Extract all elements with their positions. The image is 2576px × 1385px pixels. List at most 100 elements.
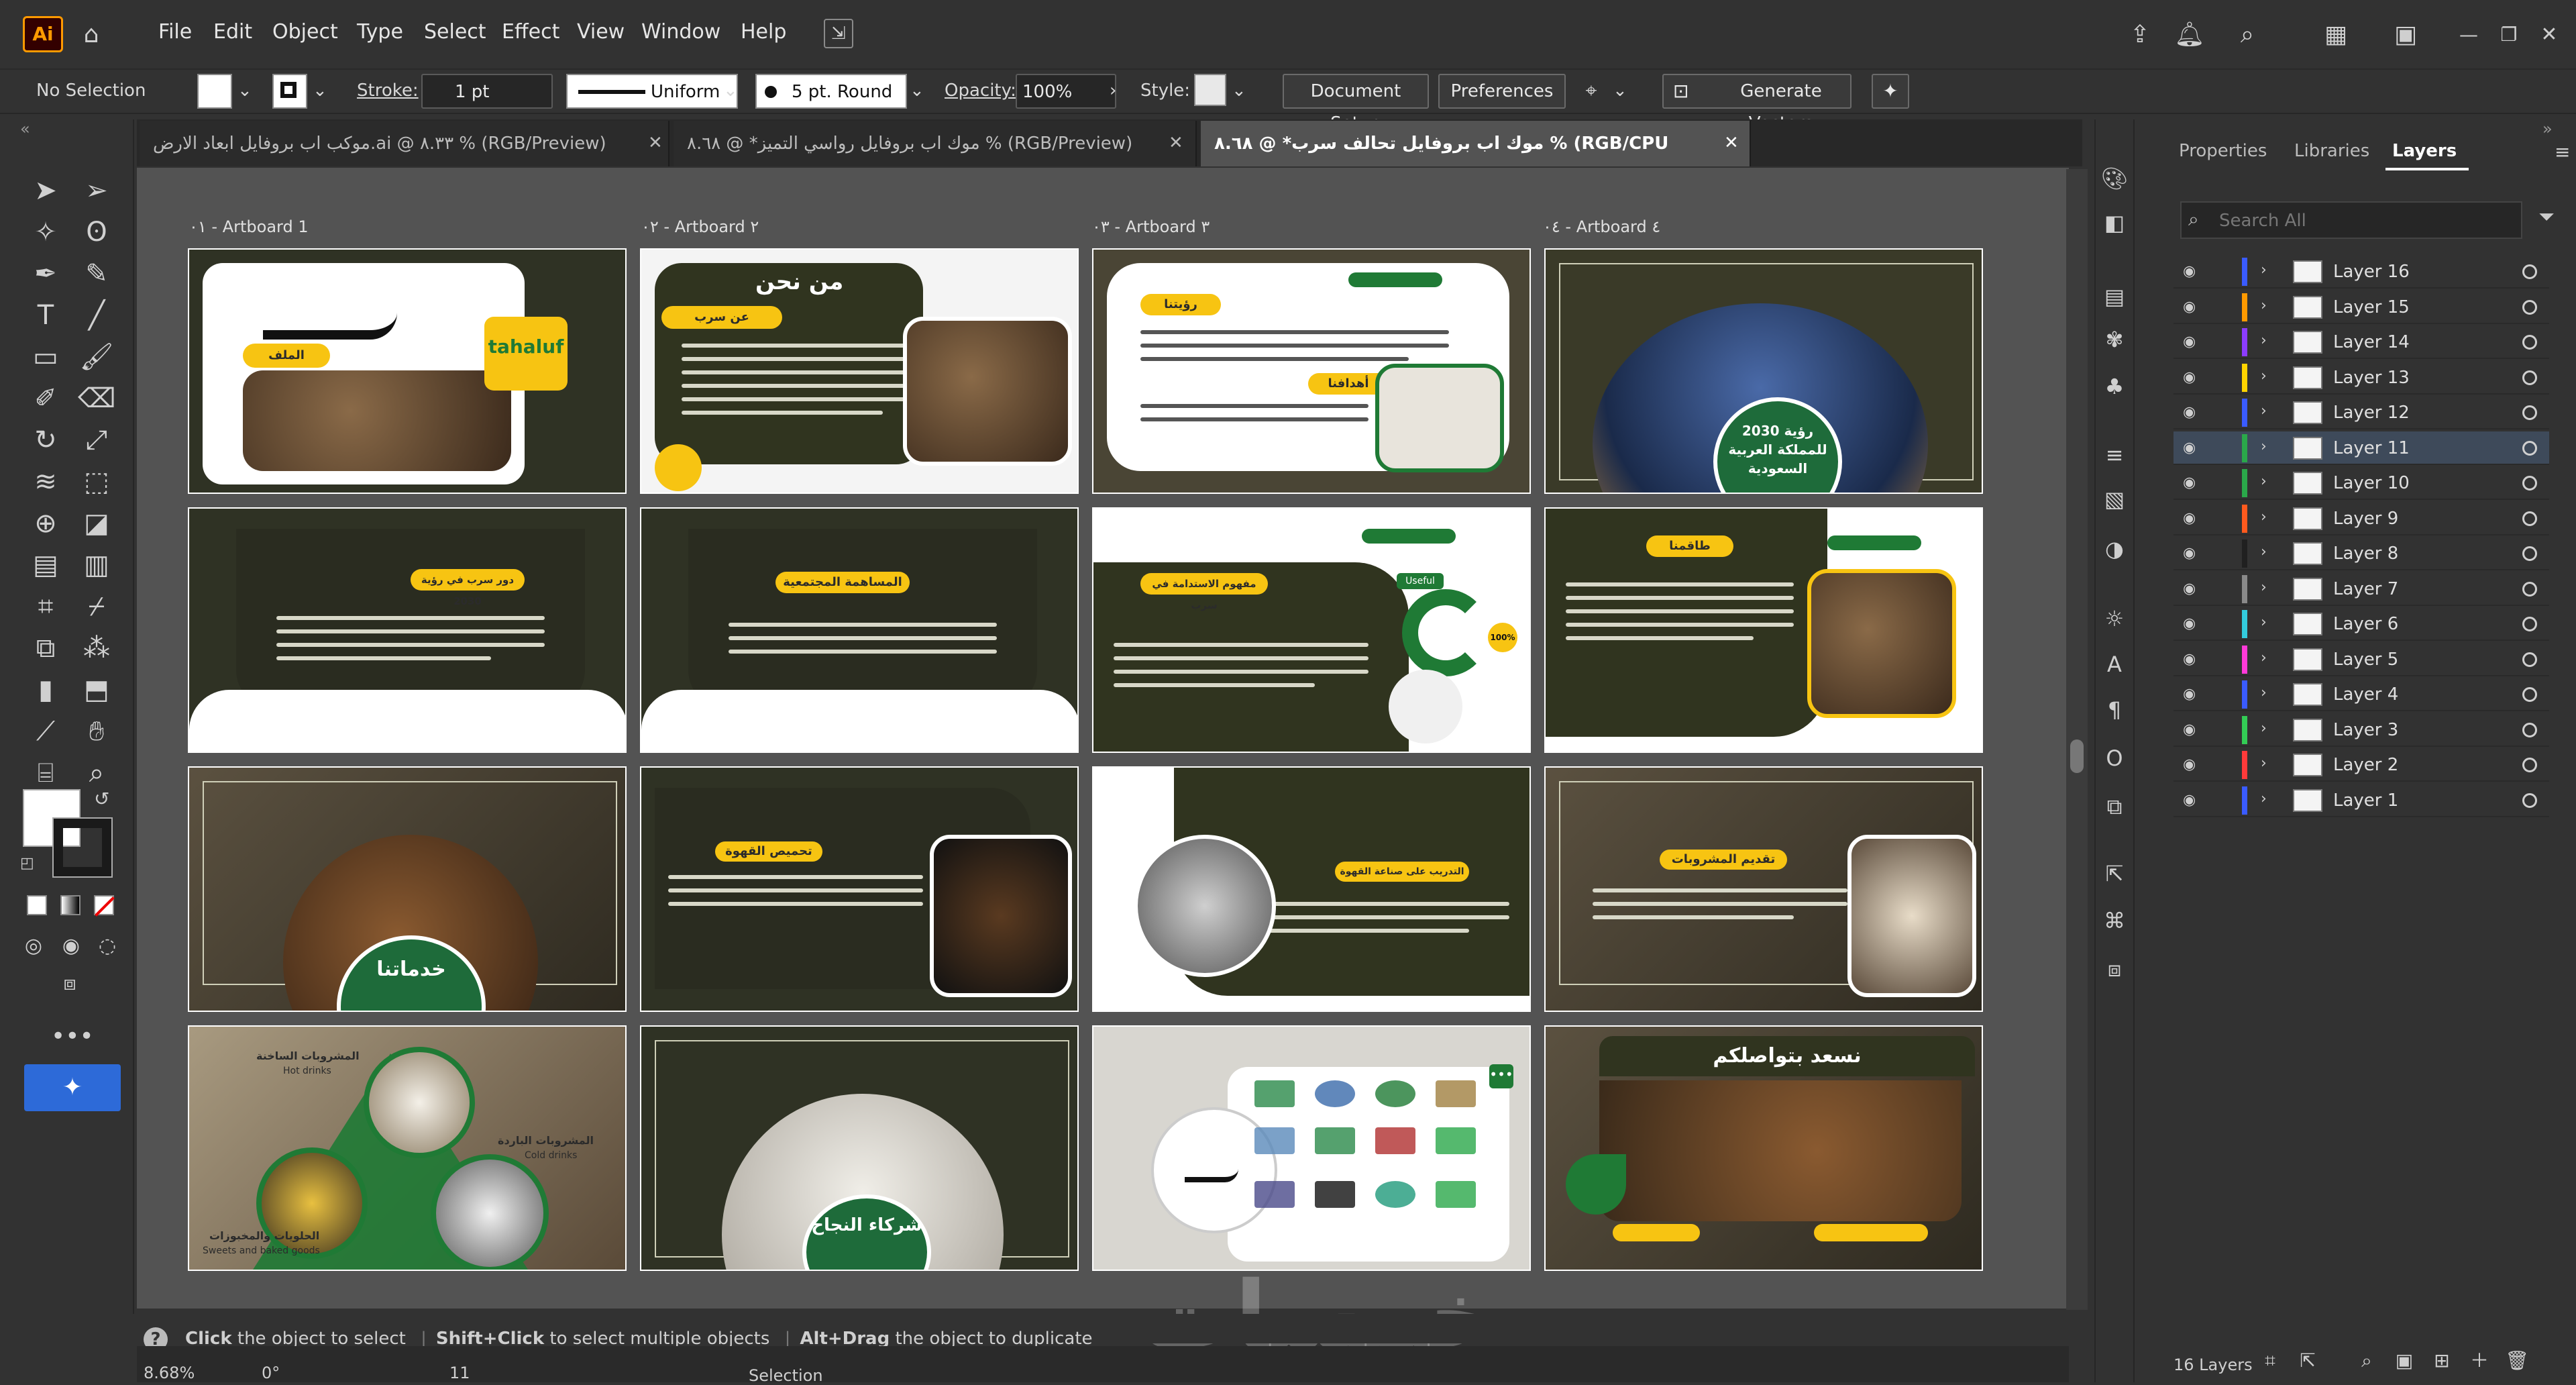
tab-close-icon[interactable]: ✕: [1724, 133, 1739, 153]
expand-chevron-icon[interactable]: ›: [2261, 473, 2267, 490]
symbol-sprayer-tool-icon[interactable]: ⁂: [78, 629, 115, 667]
menu-file[interactable]: File: [158, 20, 192, 44]
draw-inside-icon[interactable]: ◌: [94, 933, 121, 960]
close-icon[interactable]: ✕: [2533, 19, 2565, 51]
live-paint-tool-icon[interactable]: ◪: [78, 505, 115, 542]
line-tool-icon[interactable]: ╱: [78, 297, 115, 334]
artboard-7[interactable]: مفهوم الاستدامة في سرب Useful 100%: [1092, 507, 1531, 753]
draw-normal-icon[interactable]: ◎: [20, 933, 47, 960]
artboard-12[interactable]: تقديم المشروبات: [1544, 766, 1983, 1012]
artboard-3[interactable]: رؤيتنا أهدافنا: [1092, 248, 1531, 494]
visibility-eye-icon[interactable]: ◉: [2183, 403, 2203, 423]
artboard-8[interactable]: طاقمنا: [1544, 507, 1983, 753]
artboard-10[interactable]: تحميص القهوة: [640, 766, 1079, 1012]
expand-chevron-icon[interactable]: ›: [2261, 368, 2267, 384]
warp-tool-icon[interactable]: ≋: [27, 463, 64, 501]
opentype-panel-icon[interactable]: O: [2100, 743, 2129, 773]
layer-target-circle-icon[interactable]: [2522, 405, 2537, 420]
layer-target-circle-icon[interactable]: [2522, 617, 2537, 631]
expand-chevron-icon[interactable]: ›: [2261, 790, 2267, 807]
shape-builder-tool-icon[interactable]: ⊕: [27, 505, 64, 542]
blend-tool-icon[interactable]: ⧉: [27, 629, 64, 667]
menu-select[interactable]: Select: [424, 20, 486, 44]
artboard-16[interactable]: نسعد بتواصلكم: [1544, 1025, 1983, 1271]
stroke-panel-icon[interactable]: ≡: [2100, 440, 2129, 470]
direct-selection-tool-icon[interactable]: ➢: [78, 172, 115, 209]
artboard-4[interactable]: رؤية 2030 للمملكة العربية السعودية: [1544, 248, 1983, 494]
artboard-5[interactable]: دور سرب في رؤية 2030: [188, 507, 627, 753]
vertical-scrollbar[interactable]: [2066, 169, 2088, 1310]
layer-target-circle-icon[interactable]: [2522, 793, 2537, 808]
tab-properties[interactable]: Properties: [2179, 141, 2267, 161]
expand-chevron-icon[interactable]: ›: [2261, 650, 2267, 666]
layer-target-circle-icon[interactable]: [2522, 652, 2537, 667]
paintbrush-tool-icon[interactable]: 🖌︎: [78, 338, 115, 376]
appearance-panel-icon[interactable]: ☼: [2100, 604, 2129, 633]
menu-effect[interactable]: Effect: [502, 20, 559, 44]
layer-name[interactable]: Layer 16: [2333, 262, 2410, 282]
bell-icon[interactable]: 🔔︎: [2174, 19, 2206, 51]
stroke-swatch[interactable]: [272, 74, 307, 109]
visibility-eye-icon[interactable]: ◉: [2183, 297, 2203, 317]
style-swatch[interactable]: [1194, 74, 1226, 106]
collapse-panels-icon[interactable]: »: [2542, 119, 2553, 138]
artboard-number[interactable]: 11: [449, 1364, 470, 1382]
expand-chevron-icon[interactable]: ›: [2261, 297, 2267, 314]
minimize-icon[interactable]: —: [2453, 19, 2485, 51]
edit-toolbar-icon[interactable]: •••: [51, 1025, 94, 1054]
expand-chevron-icon[interactable]: ›: [2261, 755, 2267, 772]
layer-name[interactable]: Layer 6: [2333, 614, 2398, 634]
visibility-eye-icon[interactable]: ◉: [2183, 509, 2203, 529]
brushes-panel-icon[interactable]: ▤: [2100, 282, 2129, 311]
artboard-6[interactable]: المساهمة المجتمعية: [640, 507, 1079, 753]
menu-window[interactable]: Window: [641, 20, 720, 44]
links-panel-icon[interactable]: ⌘: [2100, 906, 2129, 935]
brush-definition[interactable]: 5 pt. Round: [755, 74, 907, 109]
lasso-tool-icon[interactable]: ʘ: [78, 213, 115, 251]
character-panel-icon[interactable]: A: [2100, 650, 2129, 679]
menu-edit[interactable]: Edit: [213, 20, 252, 44]
opacity-arrow-icon[interactable]: ›: [1110, 81, 1116, 101]
expand-chevron-icon[interactable]: ›: [2261, 262, 2267, 278]
expand-chevron-icon[interactable]: ›: [2261, 614, 2267, 631]
visibility-eye-icon[interactable]: ◉: [2183, 544, 2203, 564]
slice-tool-icon[interactable]: ⟋: [27, 713, 64, 750]
layer-target-circle-icon[interactable]: [2522, 370, 2537, 385]
collect-export-icon[interactable]: ⌗: [2257, 1347, 2284, 1374]
layer-target-circle-icon[interactable]: [2522, 582, 2537, 597]
default-colors-icon[interactable]: ◰: [20, 855, 34, 872]
expand-chevron-icon[interactable]: ›: [2261, 720, 2267, 737]
visibility-eye-icon[interactable]: ◉: [2183, 720, 2203, 740]
none-mode-icon[interactable]: [94, 895, 115, 917]
share-icon[interactable]: ⇪: [2124, 19, 2156, 51]
zoom-level[interactable]: 8.68%: [144, 1364, 195, 1382]
layer-name[interactable]: Layer 9: [2333, 509, 2398, 529]
eraser-tool-icon[interactable]: ⌫: [78, 380, 116, 417]
menu-help[interactable]: Help: [741, 20, 786, 44]
shaper-tool-icon[interactable]: ✐: [27, 380, 64, 417]
swap-fill-stroke-icon[interactable]: ↺: [94, 788, 109, 810]
arrange-documents-icon[interactable]: ⇲: [824, 19, 853, 48]
expand-chevron-icon[interactable]: ›: [2261, 438, 2267, 455]
expand-chevron-icon[interactable]: ›: [2261, 544, 2267, 560]
layer-target-circle-icon[interactable]: [2522, 300, 2537, 315]
tab-close-icon[interactable]: ✕: [648, 133, 663, 153]
screen-mode-icon[interactable]: ⧈: [51, 970, 89, 997]
layer-name[interactable]: Layer 5: [2333, 650, 2398, 670]
layer-target-circle-icon[interactable]: [2522, 723, 2537, 737]
rotate-tool-icon[interactable]: ↻: [27, 421, 64, 459]
artboards-panel-icon[interactable]: ⧈: [2100, 954, 2129, 984]
layer-target-circle-icon[interactable]: [2522, 476, 2537, 491]
tab-document-1[interactable]: موكب اب بروفايل ابعاد الارض.ai @ ٨.٣٣ % …: [140, 121, 669, 166]
layer-name[interactable]: Layer 12: [2333, 403, 2410, 423]
magic-wand-tool-icon[interactable]: ✧: [27, 213, 64, 251]
new-layer-icon[interactable]: ＋: [2466, 1347, 2493, 1374]
pin-icon[interactable]: ✦: [1872, 74, 1909, 109]
layer-name[interactable]: Layer 13: [2333, 368, 2410, 388]
visibility-eye-icon[interactable]: ◉: [2183, 473, 2203, 493]
layer-target-circle-icon[interactable]: [2522, 546, 2537, 561]
brush-chevron-icon[interactable]: ⌄: [910, 81, 924, 101]
expand-chevron-icon[interactable]: ›: [2261, 509, 2267, 525]
expand-chevron-icon[interactable]: ›: [2261, 579, 2267, 596]
layer-name[interactable]: Layer 10: [2333, 473, 2410, 493]
